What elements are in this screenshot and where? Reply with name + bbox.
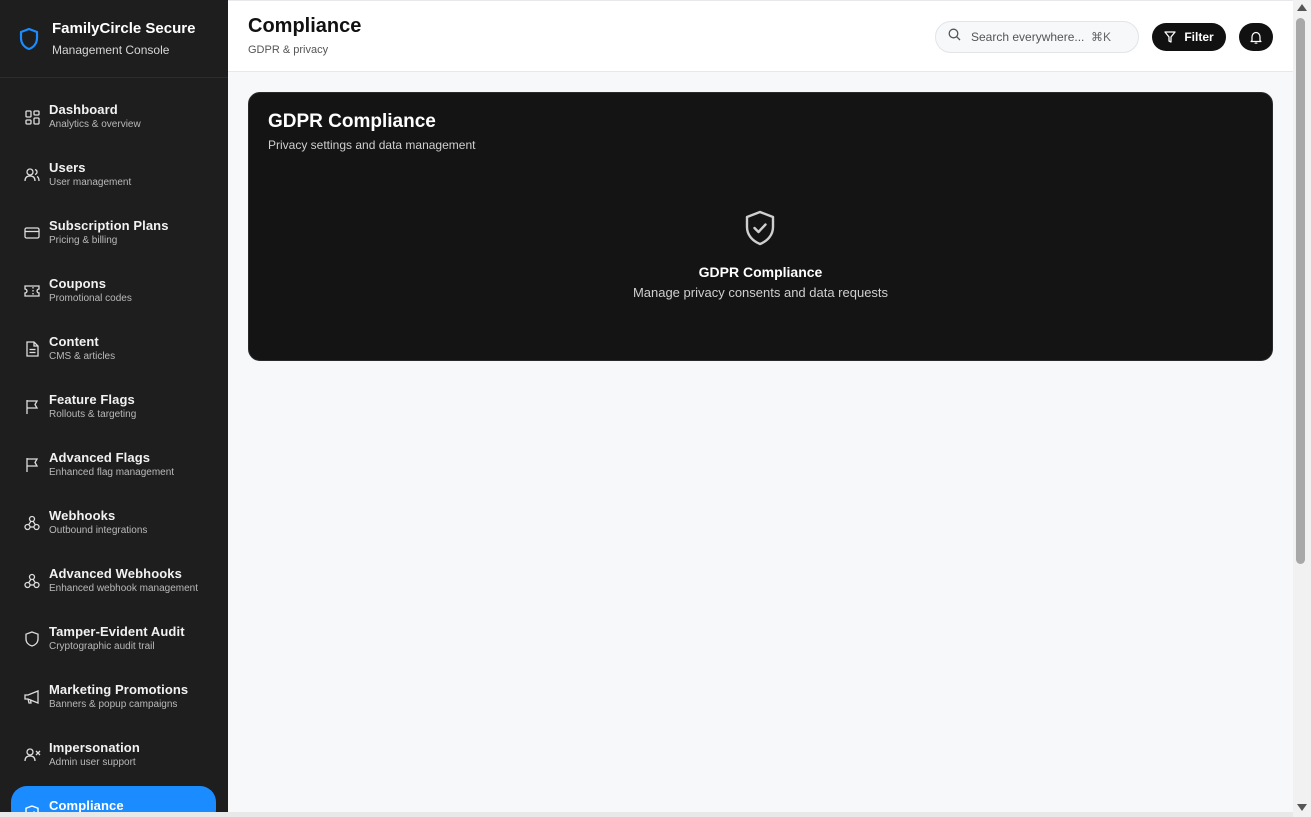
top-header: Compliance GDPR & privacy ⌘K Filter	[228, 0, 1293, 72]
dashboard-icon	[23, 108, 41, 126]
sidebar-item-sub: Cryptographic audit trail	[49, 641, 155, 652]
sidebar-item-sub: Pricing & billing	[49, 235, 118, 246]
sidebar-item-webhooks[interactable]: Webhooks Outbound integrations	[0, 496, 228, 554]
scroll-up-arrow-icon[interactable]	[1297, 4, 1307, 11]
page-title: Compliance	[248, 15, 362, 37]
sidebar-item-sub: Analytics & overview	[49, 119, 141, 130]
sidebar-item-sub: Enhanced flag management	[49, 467, 175, 478]
sidebar-item-label: Advanced Flags	[49, 450, 151, 465]
sidebar-item-feature-flags[interactable]: Feature Flags Rollouts & targeting	[0, 380, 228, 438]
card-title: GDPR Compliance	[268, 111, 436, 132]
sidebar-item-label: Impersonation	[49, 740, 140, 755]
sidebar-item-label: Webhooks	[49, 508, 116, 523]
sidebar-item-sub: Promotional codes	[49, 293, 132, 304]
shield-check-icon	[743, 209, 777, 247]
notifications-button[interactable]	[1239, 23, 1273, 51]
sidebar-item-sub: CMS & articles	[49, 351, 116, 362]
scroll-down-arrow-icon[interactable]	[1297, 804, 1307, 811]
vertical-scrollbar[interactable]	[1293, 0, 1311, 817]
sidebar-item-dashboard[interactable]: Dashboard Analytics & overview	[0, 90, 228, 148]
scrollbar-thumb[interactable]	[1296, 18, 1305, 564]
sidebar-item-label: Compliance	[49, 798, 124, 813]
brand: FamilyCircle Secure Management Console	[0, 0, 228, 78]
sidebar-item-impersonation[interactable]: Impersonation Admin user support	[0, 728, 228, 786]
ticket-icon	[23, 282, 41, 300]
gdpr-compliance-card: GDPR Compliance Privacy settings and dat…	[248, 92, 1273, 361]
brand-title: FamilyCircle Secure	[52, 19, 196, 37]
sidebar-item-subscription-plans[interactable]: Subscription Plans Pricing & billing	[0, 206, 228, 264]
sidebar-item-label: Dashboard	[49, 102, 118, 117]
webhook-icon	[23, 514, 41, 532]
filter-button[interactable]: Filter	[1152, 23, 1226, 51]
sidebar-item-label: Marketing Promotions	[49, 682, 189, 697]
sidebar-item-sub: Enhanced webhook management	[49, 583, 198, 594]
sidebar-item-sub: Outbound integrations	[49, 525, 148, 536]
card-subtitle: Privacy settings and data management	[268, 138, 476, 152]
megaphone-icon	[23, 688, 41, 706]
webhook-icon	[23, 572, 41, 590]
sidebar-item-sub: Banners & popup campaigns	[49, 699, 178, 710]
sidebar-item-label: Users	[49, 160, 86, 175]
bell-icon	[1250, 31, 1262, 44]
credit-card-icon	[23, 224, 41, 242]
sidebar-item-label: Feature Flags	[49, 392, 135, 407]
sidebar-item-sub: Rollouts & targeting	[49, 409, 137, 420]
sidebar: FamilyCircle Secure Management Console D…	[0, 0, 228, 817]
search-icon	[948, 28, 961, 46]
document-icon	[23, 340, 41, 358]
page-subtitle: GDPR & privacy	[248, 44, 329, 56]
search-box[interactable]: ⌘K	[935, 21, 1139, 53]
filter-button-label: Filter	[1184, 30, 1214, 44]
sidebar-item-label: Subscription Plans	[49, 218, 169, 233]
search-shortcut: ⌘K	[1091, 30, 1112, 44]
search-input[interactable]	[971, 30, 1091, 44]
sidebar-item-label: Content	[49, 334, 99, 349]
filter-icon	[1164, 31, 1176, 43]
sidebar-item-sub: Admin user support	[49, 757, 136, 768]
shield-logo-icon	[18, 27, 42, 51]
sidebar-item-users[interactable]: Users User management	[0, 148, 228, 206]
sidebar-item-label: Advanced Webhooks	[49, 566, 182, 581]
flag-icon	[23, 398, 41, 416]
sidebar-item-label: Coupons	[49, 276, 107, 291]
sidebar-item-label: Tamper-Evident Audit	[49, 624, 185, 639]
empty-state-subtitle: Manage privacy consents and data request…	[632, 285, 889, 300]
sidebar-item-marketing-promotions[interactable]: Marketing Promotions Banners & popup camp…	[0, 670, 228, 728]
flag-icon	[23, 456, 41, 474]
sidebar-item-tamper-evident-audit[interactable]: Tamper-Evident Audit Cryptographic audit …	[0, 612, 228, 670]
sidebar-item-advanced-webhooks[interactable]: Advanced Webhooks Enhanced webhook manage…	[0, 554, 228, 612]
sidebar-nav: Dashboard Analytics & overview Users User …	[0, 90, 228, 817]
sidebar-item-content[interactable]: Content CMS & articles	[0, 322, 228, 380]
empty-state-title: GDPR Compliance	[698, 264, 823, 280]
user-x-icon	[23, 746, 41, 764]
horizontal-scrollbar[interactable]	[0, 812, 1293, 817]
sidebar-item-advanced-flags[interactable]: Advanced Flags Enhanced flag management	[0, 438, 228, 496]
shield-icon	[23, 630, 41, 648]
sidebar-item-coupons[interactable]: Coupons Promotional codes	[0, 264, 228, 322]
users-icon	[23, 166, 41, 184]
sidebar-item-sub: User management	[49, 177, 132, 188]
brand-subtitle: Management Console	[52, 42, 170, 57]
